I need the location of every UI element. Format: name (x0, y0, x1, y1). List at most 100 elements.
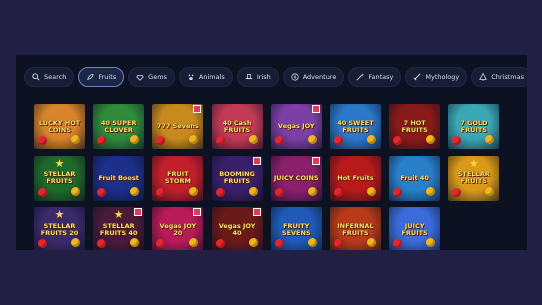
fruit-decoration (333, 136, 343, 145)
game-tile[interactable]: FRUIT STORM (152, 155, 204, 201)
game-tile[interactable]: FRUITY SEVENS (270, 207, 322, 250)
game-tile[interactable]: Fruit 40 (389, 155, 441, 201)
game-tile[interactable]: JUICY FRUITS (389, 207, 441, 250)
game-title: FRUIT STORM (164, 170, 191, 185)
fruit-decoration (156, 136, 166, 145)
game-title: 40 SUPER CLOVER (100, 118, 137, 134)
filter-chip-mythology[interactable]: Mythology (405, 67, 468, 87)
fruit-decoration (97, 239, 107, 248)
search-icon (32, 73, 40, 81)
hat-icon (245, 73, 253, 81)
game-title: FRUITY SEVENS (281, 221, 311, 237)
gift-badge-icon (311, 105, 320, 113)
games-panel: Search Fruits Gems Animals Irish Adventure Fan… (16, 55, 527, 250)
game-tile[interactable]: LUCKY HOT COINS (34, 104, 85, 149)
game-tile[interactable]: 7 GOLD FRUITS (448, 104, 500, 149)
fruit-decoration (130, 186, 140, 196)
fruit-decoration (393, 239, 403, 248)
game-title: STELLAR FRUITS 40 (99, 221, 138, 237)
fruit-decoration (366, 238, 376, 247)
filter-chip-fantasy[interactable]: Fantasy (348, 67, 402, 87)
filter-chip-fruits[interactable]: Fruits (78, 67, 125, 87)
game-tile[interactable]: Hot Fruits (329, 155, 381, 201)
fruit-decoration (393, 136, 403, 145)
game-title: 7 HOT FRUITS (401, 118, 428, 134)
fruit-decoration (248, 135, 258, 144)
filter-chip-gems[interactable]: Gems (128, 67, 175, 87)
game-tile[interactable]: ★ STELLAR FRUITS 40 (93, 207, 145, 250)
filter-chip-label: Gems (148, 73, 167, 81)
fruit-decoration (71, 238, 80, 247)
sword-icon (413, 73, 421, 81)
star-icon: ★ (113, 208, 124, 221)
filter-chip-label: Animals (198, 73, 225, 81)
fruit-decoration (248, 186, 258, 196)
game-tile[interactable]: Vegas JOY (270, 104, 322, 149)
game-tile[interactable]: INFERNAL FRUITS (329, 207, 381, 250)
fruit-decoration (274, 187, 284, 197)
fruit-decoration (215, 187, 225, 197)
fruit-decoration (393, 187, 403, 197)
compass-icon (291, 73, 299, 81)
game-tile[interactable]: ★ STELLAR FRUITS (448, 155, 500, 201)
fruit-decoration (426, 135, 436, 144)
game-tile[interactable]: JUICY COINS (270, 155, 322, 201)
filter-chip-label: Adventure (302, 73, 337, 81)
fruit-decoration (215, 136, 225, 145)
filter-chip-label: Fantasy (368, 73, 394, 81)
filter-chip-irish[interactable]: Irish (236, 67, 279, 87)
wand-icon (356, 73, 365, 81)
fruit-icon (86, 73, 95, 81)
game-title: Vegas JOY 40 (218, 221, 256, 237)
fruit-decoration (130, 135, 140, 144)
game-tile[interactable]: 7 HOT FRUITS (389, 104, 441, 149)
fruit-decoration (307, 135, 317, 144)
gift-badge-icon (134, 208, 143, 216)
filter-chip-label: Search (44, 73, 67, 81)
gift-badge-icon (311, 156, 320, 165)
fruit-decoration (215, 239, 225, 248)
fruit-decoration (333, 239, 343, 248)
filter-chip-label: Irish (256, 73, 271, 81)
game-title: STELLAR FRUITS (457, 170, 490, 185)
game-tile[interactable]: ★ STELLAR FRUITS 20 (34, 207, 85, 250)
game-title: JUICY FRUITS (401, 221, 428, 237)
game-title: 777 Sevens (156, 122, 199, 130)
game-title: Fruit 40 (400, 173, 429, 182)
filter-chip-label: Mythology (425, 73, 460, 81)
star-icon: ★ (468, 156, 479, 170)
game-grid: LUCKY HOT COINS 40 SUPER CLOVER 777 Sevens… (34, 104, 500, 250)
fruit-decoration (97, 136, 107, 145)
game-tile[interactable]: Vegas JOY 20 (152, 207, 204, 250)
fruit-decoration (366, 135, 376, 144)
game-tile[interactable]: 40 Cash FRUITS (211, 104, 263, 149)
fruit-decoration (485, 135, 495, 144)
filter-chip-christmas[interactable]: Christmas (471, 67, 527, 87)
gift-badge-icon (252, 156, 261, 165)
fruit-decoration (189, 135, 199, 144)
fruit-decoration (426, 186, 436, 196)
game-tile[interactable]: 40 SUPER CLOVER (93, 104, 145, 149)
game-tile[interactable]: ★ STELLAR FRUITS (34, 155, 85, 201)
game-title: BOOMING FRUITS (219, 170, 255, 185)
game-tile[interactable]: 777 Sevens (152, 104, 204, 149)
fruit-decoration (38, 239, 47, 248)
game-title: INFERNAL FRUITS (337, 221, 374, 237)
fruit-decoration (426, 238, 436, 247)
tree-icon (479, 72, 488, 81)
fruit-decoration (274, 239, 284, 248)
filter-chip-animals[interactable]: Animals (178, 67, 233, 87)
filter-chip-search[interactable]: Search (24, 67, 75, 87)
game-tile[interactable]: BOOMING FRUITS (211, 155, 263, 201)
gift-badge-icon (193, 105, 202, 113)
fruit-decoration (156, 187, 166, 197)
game-tile[interactable]: Fruit Boost (93, 155, 145, 201)
star-icon: ★ (54, 208, 65, 221)
game-tile[interactable]: 40 SWEET FRUITS (329, 104, 381, 149)
gift-badge-icon (252, 208, 261, 216)
game-tile[interactable]: Vegas JOY 40 (211, 207, 263, 250)
fruit-decoration (307, 238, 317, 247)
game-title: Vegas JOY 20 (159, 221, 197, 237)
fruit-decoration (452, 136, 462, 145)
filter-chip-adventure[interactable]: Adventure (282, 67, 345, 87)
